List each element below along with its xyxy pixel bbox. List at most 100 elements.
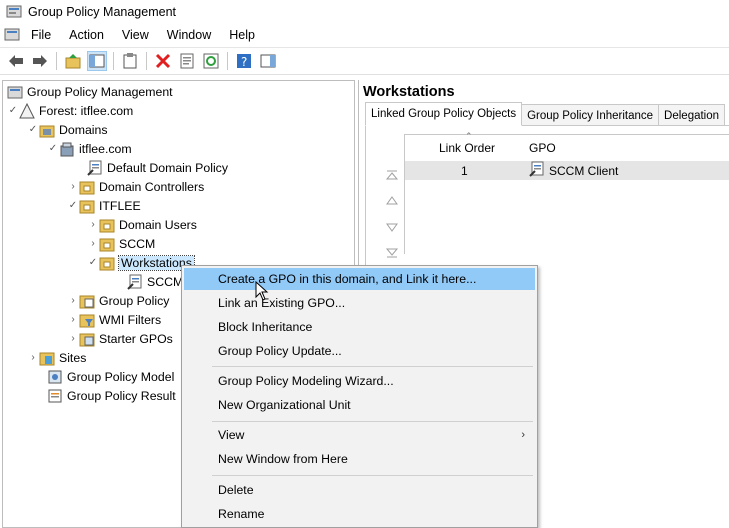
menu-view[interactable]: View (113, 28, 158, 42)
tree-starter-gpos[interactable]: › Starter GPOs (67, 329, 173, 348)
title-bar: Group Policy Management (0, 0, 729, 24)
menu-new-ou[interactable]: New Organizational Unit (184, 394, 535, 416)
context-menu: Create a GPO in this domain, and Link it… (181, 265, 538, 528)
gpo-link-icon (127, 274, 143, 290)
table-row[interactable]: 1 SCCM Client (405, 161, 729, 180)
menu-rename[interactable]: Rename (184, 503, 535, 525)
chevron-right-icon[interactable]: › (27, 352, 39, 364)
clipboard-icon[interactable] (120, 51, 140, 71)
linked-gpo-table: ⌃ Link Order GPO 1 SCCM Client (404, 131, 729, 254)
pane-title: Workstations (363, 84, 455, 100)
show-hide-tree-icon[interactable] (87, 51, 107, 71)
svg-text:?: ? (241, 55, 247, 69)
domain-icon (59, 141, 75, 157)
delete-icon[interactable] (153, 51, 173, 71)
domains-folder-icon (39, 122, 55, 138)
menu-block-inheritance[interactable]: Block Inheritance (184, 316, 535, 338)
cell-gpo: SCCM Client (529, 161, 618, 180)
tab-strip: Linked Group Policy Objects Group Policy… (365, 102, 726, 126)
sort-ascending-icon: ⌃ (465, 131, 473, 141)
menu-window[interactable]: Window (158, 28, 220, 42)
tab-linked-gpos[interactable]: Linked Group Policy Objects (365, 102, 523, 126)
menu-new-window[interactable]: New Window from Here (184, 448, 535, 470)
chevron-down-icon[interactable]: ✓ (27, 124, 39, 136)
chevron-down-icon[interactable]: ✓ (7, 105, 19, 117)
tree-root[interactable]: Group Policy Management (7, 82, 173, 101)
ou-icon (99, 236, 115, 252)
chevron-down-icon[interactable]: ✓ (47, 143, 59, 155)
tree-sccm[interactable]: › SCCM (87, 234, 155, 253)
toolbar-separator (113, 52, 114, 70)
menu-action[interactable]: Action (60, 28, 113, 42)
tree-sccm-client-link[interactable]: SCCM (127, 272, 183, 291)
chevron-right-icon[interactable]: › (67, 181, 79, 193)
move-top-icon[interactable] (382, 162, 402, 188)
help-icon[interactable]: ? (234, 51, 254, 71)
tree-workstations[interactable]: ✓ Workstations (87, 253, 195, 272)
menu-link-existing-gpo[interactable]: Link an Existing GPO... (184, 292, 535, 314)
move-bottom-icon[interactable] (382, 240, 402, 266)
window-title: Group Policy Management (28, 5, 176, 19)
menu-bar: File Action View Window Help (0, 24, 729, 46)
gpo-link-icon (529, 161, 545, 180)
tab-delegation[interactable]: Delegation (658, 104, 726, 126)
tree-domain-users[interactable]: › Domain Users (87, 215, 197, 234)
menu-separator (212, 421, 533, 422)
col-gpo[interactable]: GPO (529, 135, 556, 161)
menu-separator (212, 475, 533, 476)
col-link-order[interactable]: ⌃ Link Order (439, 131, 495, 161)
system-menu-icon[interactable] (4, 26, 20, 45)
cell-link-order: 1 (461, 163, 468, 178)
menu-gp-update[interactable]: Group Policy Update... (184, 340, 535, 362)
move-up-icon[interactable] (382, 188, 402, 214)
menu-modeling-wizard[interactable]: Group Policy Modeling Wizard... (184, 370, 535, 392)
starter-folder-icon (79, 331, 95, 347)
menu-separator (212, 366, 533, 367)
toolbar-separator (227, 52, 228, 70)
tree-forest[interactable]: ✓ Forest: itflee.com (7, 101, 133, 120)
gpo-link-icon (87, 160, 103, 176)
chevron-right-icon[interactable]: › (87, 219, 99, 231)
results-icon (47, 388, 63, 404)
tree-domain-controllers[interactable]: › Domain Controllers (67, 177, 204, 196)
chevron-down-icon[interactable]: ✓ (67, 200, 79, 212)
ou-icon (79, 179, 95, 195)
wmi-folder-icon (79, 312, 95, 328)
gpm-icon (7, 84, 23, 100)
chevron-right-icon[interactable]: › (67, 295, 79, 307)
tree-default-domain-policy[interactable]: Default Domain Policy (87, 158, 228, 177)
menu-file[interactable]: File (22, 28, 60, 42)
tab-inheritance[interactable]: Group Policy Inheritance (521, 104, 660, 126)
ou-icon (99, 217, 115, 233)
ou-icon (79, 198, 95, 214)
tree-domains[interactable]: ✓ Domains (27, 120, 108, 139)
tree-sites[interactable]: › Sites (27, 348, 86, 367)
tree-modeling[interactable]: Group Policy Model (47, 367, 174, 386)
tree-domain[interactable]: ✓ itflee.com (47, 139, 132, 158)
back-arrow-icon[interactable] (6, 51, 26, 71)
properties-icon[interactable] (177, 51, 197, 71)
chevron-right-icon[interactable]: › (67, 314, 79, 326)
menu-view[interactable]: View › (184, 424, 535, 446)
chevron-right-icon[interactable]: › (67, 333, 79, 345)
gpo-folder-icon (79, 293, 95, 309)
menu-create-and-link-gpo[interactable]: Create a GPO in this domain, and Link it… (184, 268, 535, 290)
sites-icon (39, 350, 55, 366)
app-icon (6, 3, 22, 22)
refresh-icon[interactable] (201, 51, 221, 71)
tree-itflee[interactable]: ✓ ITFLEE (67, 196, 141, 215)
menu-help[interactable]: Help (220, 28, 264, 42)
tree-results[interactable]: Group Policy Result (47, 386, 176, 405)
tree-wmi-filters[interactable]: › WMI Filters (67, 310, 161, 329)
up-folder-icon[interactable] (63, 51, 83, 71)
show-pane-icon[interactable] (258, 51, 278, 71)
ou-icon (99, 255, 115, 271)
chevron-down-icon[interactable]: ✓ (87, 257, 99, 269)
forward-arrow-icon[interactable] (30, 51, 50, 71)
chevron-right-icon[interactable]: › (87, 238, 99, 250)
menu-delete[interactable]: Delete (184, 479, 535, 501)
submenu-arrow-icon: › (521, 429, 525, 441)
tree-group-policy-objects[interactable]: › Group Policy (67, 291, 169, 310)
mouse-cursor-icon (255, 281, 269, 301)
move-down-icon[interactable] (382, 214, 402, 240)
